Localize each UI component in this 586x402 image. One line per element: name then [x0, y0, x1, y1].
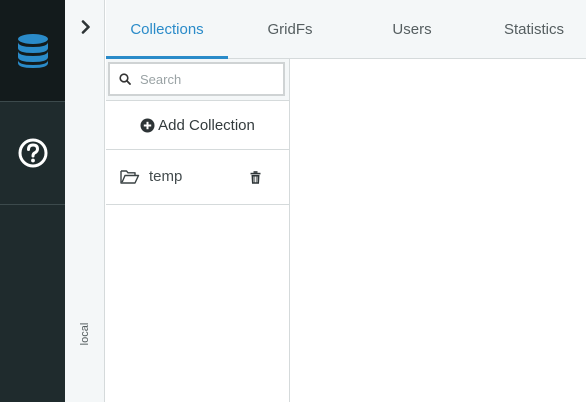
left-rail [0, 0, 65, 402]
rail-divider [0, 204, 65, 205]
collection-name: temp [149, 168, 183, 185]
tab-users[interactable]: Users [352, 0, 472, 59]
collection-item[interactable]: temp [106, 150, 289, 205]
database-name-label[interactable]: local [73, 323, 97, 346]
trash-icon[interactable] [250, 171, 261, 184]
tab-label: Users [392, 21, 432, 38]
search-input[interactable] [138, 70, 282, 88]
folder-open-icon [120, 170, 140, 184]
expand-button[interactable] [79, 18, 93, 36]
search-icon [118, 72, 132, 86]
search-bar [106, 59, 289, 101]
help-button[interactable] [0, 102, 65, 204]
chevron-right-icon [81, 20, 90, 34]
search-box[interactable] [108, 62, 285, 96]
databases-button[interactable] [0, 0, 65, 101]
question-circle-icon [18, 138, 47, 168]
database-icon [17, 33, 48, 68]
add-collection-button[interactable]: Add Collection [106, 101, 289, 150]
plus-circle-icon [140, 118, 155, 133]
tab-bar: Collections GridFs Users Statistics [106, 0, 586, 60]
tab-gridfs[interactable]: GridFs [228, 0, 352, 59]
tab-label: Statistics [503, 21, 564, 38]
tab-collections[interactable]: Collections [106, 0, 228, 60]
app-window: local Collections GridFs Users Statistic… [0, 0, 586, 402]
tab-label: Collections [130, 21, 204, 38]
collections-panel: Add Collection temp [106, 59, 290, 402]
main-content [290, 59, 586, 402]
tab-label: GridFs [267, 21, 313, 38]
tab-statistics[interactable]: Statistics [472, 0, 586, 59]
add-collection-label: Add Collection [158, 116, 255, 134]
database-strip: local [65, 0, 105, 402]
